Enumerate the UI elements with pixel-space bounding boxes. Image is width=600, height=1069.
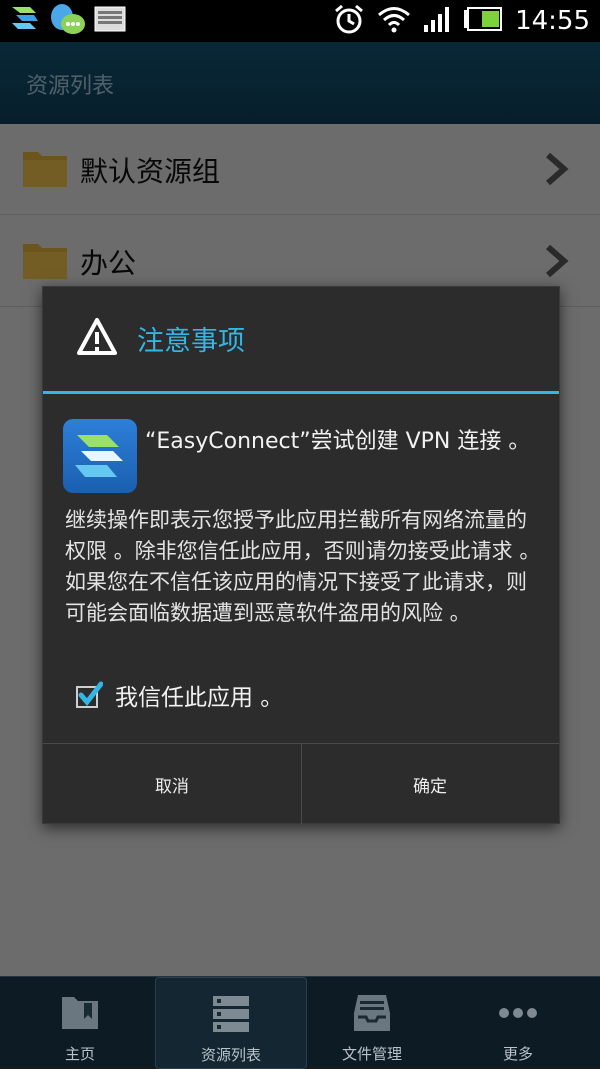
nav-item-resource-list[interactable]: 资源列表 <box>155 977 307 1069</box>
signal-icon <box>423 5 451 37</box>
vpn-permission-dialog: 注意事项 “EasyConnect”尝试创建 VPN 连接 。 继续操作即表示您… <box>42 286 560 824</box>
more-icon <box>499 1008 537 1018</box>
nav-label: 更多 <box>502 1045 533 1063</box>
dialog-header: 注意事项 <box>43 287 559 391</box>
alarm-icon <box>333 3 365 39</box>
qq-icon <box>48 2 86 40</box>
nav-item-more[interactable]: 更多 <box>443 977 593 1067</box>
dialog-title: 注意事项 <box>137 326 245 357</box>
nav-label: 主页 <box>64 1045 95 1063</box>
dialog-vpn-message: “EasyConnect”尝试创建 VPN 连接 。 <box>145 429 531 454</box>
trust-checkbox-row[interactable]: 我信任此应用 。 <box>75 679 283 711</box>
battery-icon <box>463 7 503 35</box>
picture-icon <box>94 6 126 36</box>
dialog-buttons: 取消 确定 <box>43 743 559 824</box>
bottom-nav: 主页 资源列表 文件管理 更多 <box>0 976 600 1069</box>
warning-icon <box>77 318 117 355</box>
status-bar: 14:55 <box>0 0 600 42</box>
trust-checkbox[interactable] <box>75 681 103 709</box>
dialog-divider <box>43 391 559 394</box>
dialog-body-text: 继续操作即表示您授予此应用拦截所有网络流量的权限 。除非您信任此应用，否则请勿接… <box>65 508 541 625</box>
nav-label: 文件管理 <box>341 1045 402 1063</box>
status-time: 14:55 <box>515 6 590 36</box>
nav-label: 资源列表 <box>200 1046 261 1064</box>
cancel-button[interactable]: 取消 <box>43 744 302 824</box>
wifi-icon <box>377 5 411 37</box>
easyconnect-app-icon <box>63 419 137 493</box>
list-icon <box>213 996 249 1032</box>
ok-button[interactable]: 确定 <box>301 744 559 824</box>
easyconnect-icon <box>10 5 40 37</box>
inbox-icon <box>354 995 390 1031</box>
nav-item-file-manager[interactable]: 文件管理 <box>297 977 447 1067</box>
bookmark-folder-icon <box>62 997 98 1029</box>
trust-checkbox-label: 我信任此应用 。 <box>115 685 284 711</box>
nav-item-home[interactable]: 主页 <box>5 977 155 1067</box>
